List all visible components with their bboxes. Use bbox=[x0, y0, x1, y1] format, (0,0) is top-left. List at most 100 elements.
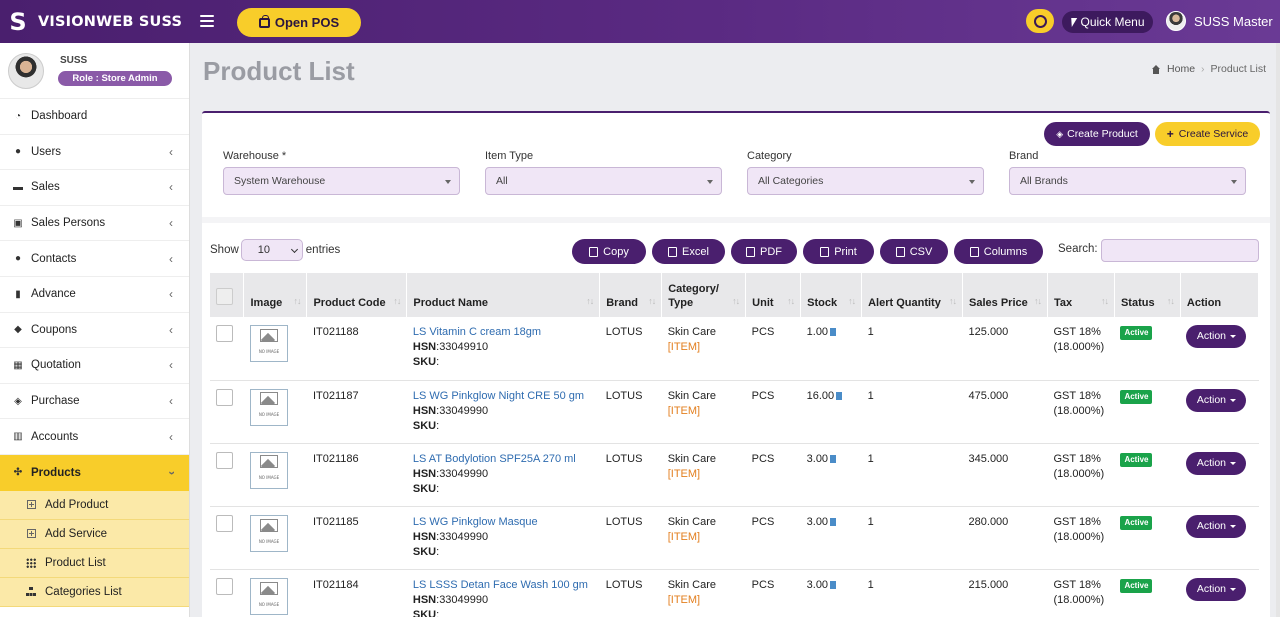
breadcrumb-home[interactable]: Home bbox=[1167, 63, 1195, 75]
sidebar-item-label: Purchase bbox=[31, 395, 80, 408]
bookmark-icon[interactable] bbox=[830, 328, 837, 336]
home-icon bbox=[1151, 64, 1161, 74]
bookmark-icon[interactable] bbox=[836, 391, 843, 400]
page-scrollbar[interactable] bbox=[1276, 43, 1280, 617]
sort-icon: ↑↓ bbox=[1166, 296, 1175, 306]
user-menu[interactable]: SUSS Master bbox=[1166, 11, 1273, 31]
sidebar-item-dashboard[interactable]: ◔ Dashboard bbox=[0, 99, 189, 135]
sales-price-cell: 125.000 bbox=[962, 317, 1048, 381]
column-image[interactable]: Image ↑↓ bbox=[243, 273, 308, 317]
status-cell: Active bbox=[1114, 569, 1181, 617]
sidebar-item-quotation[interactable]: ▦ Quotation ‹ bbox=[0, 348, 189, 384]
notification-button[interactable] bbox=[1026, 9, 1054, 33]
product-code: IT021186 bbox=[306, 443, 407, 508]
row-action-button[interactable]: Action bbox=[1186, 515, 1247, 539]
select-all-column[interactable] bbox=[210, 273, 245, 317]
row-action-button[interactable]: Action bbox=[1186, 451, 1247, 475]
sales-price-cell: 345.000 bbox=[962, 443, 1048, 508]
column-label: Image bbox=[250, 297, 283, 309]
column-label: Tax bbox=[1053, 297, 1073, 309]
sort-icon: ↑↓ bbox=[949, 296, 957, 306]
column-category-type[interactable]: Category/ Type ↑↓ bbox=[661, 273, 747, 317]
product-name-link[interactable]: LS Vitamin C cream 18gm bbox=[413, 325, 594, 340]
open-pos-button[interactable]: Open POS bbox=[237, 8, 361, 37]
row-action-button[interactable]: Action bbox=[1186, 388, 1247, 412]
item-type-select[interactable]: All bbox=[485, 167, 722, 195]
column-product-name[interactable]: Product Name ↑↓ bbox=[406, 273, 601, 317]
create-service-button[interactable]: + Create Service bbox=[1155, 122, 1260, 146]
submenu-item-product-list[interactable]: Product List bbox=[0, 548, 189, 578]
column-stock[interactable]: Stock ↑↓ bbox=[800, 273, 863, 317]
category-value: Skin Care bbox=[667, 579, 716, 592]
bank-icon: ▥ bbox=[13, 431, 23, 443]
sidebar-item-contacts[interactable]: ● Contacts ‹ bbox=[0, 241, 189, 277]
row-checkbox[interactable] bbox=[216, 325, 233, 342]
type-tag: [ITEM] bbox=[667, 404, 701, 417]
type-tag: [ITEM] bbox=[667, 341, 701, 353]
column-status[interactable]: Status ↑↓ bbox=[1114, 273, 1181, 317]
sidebar-item-purchase[interactable]: ◈ Purchase ‹ bbox=[0, 384, 189, 420]
sidebar-item-coupons[interactable]: ◆ Coupons ‹ bbox=[0, 313, 189, 349]
column-alert-quantity[interactable]: Alert Quantity ↑↓ bbox=[861, 273, 964, 317]
excel-button[interactable]: Excel bbox=[652, 239, 725, 264]
plus-square-icon bbox=[26, 529, 36, 539]
column-unit[interactable]: Unit ↑↓ bbox=[745, 273, 802, 317]
column-tax[interactable]: Tax ↑↓ bbox=[1047, 273, 1115, 317]
item-type-label: Item Type bbox=[485, 150, 534, 162]
csv-button[interactable]: CSV bbox=[880, 239, 948, 264]
pdf-button[interactable]: PDF bbox=[731, 239, 797, 264]
tax-percent: (18.000%) bbox=[1053, 467, 1105, 480]
sidebar-item-accounts[interactable]: ▥ Accounts ‹ bbox=[0, 419, 189, 455]
profile-avatar bbox=[8, 52, 44, 89]
sidebar-item-sales[interactable]: ▬ Sales ‹ bbox=[0, 170, 189, 206]
bookmark-icon[interactable] bbox=[830, 454, 837, 463]
sidebar-item-users[interactable]: ● Users ‹ bbox=[0, 135, 189, 171]
product-name-link[interactable]: LS WG Pinkglow Night CRE 50 gm bbox=[413, 389, 594, 404]
menu-toggle-icon[interactable] bbox=[200, 12, 214, 30]
hsn-label: HSN bbox=[412, 341, 437, 353]
entries-select[interactable]: 10 bbox=[240, 239, 303, 261]
create-product-button[interactable]: ◈ Create Product bbox=[1044, 122, 1150, 146]
product-name-cell: LS WG Pinkglow Night CRE 50 gm HSN:330499… bbox=[406, 380, 600, 444]
column-sales-price[interactable]: Sales Price ↑↓ bbox=[962, 273, 1048, 317]
search-input[interactable] bbox=[1101, 239, 1259, 262]
hsn-label: HSN bbox=[412, 531, 437, 544]
profile-panel: SUSS Role : Store Admin bbox=[0, 43, 189, 99]
caret-down-icon bbox=[707, 180, 713, 184]
row-checkbox[interactable] bbox=[216, 578, 233, 596]
brand[interactable]: S VISIONWEB SUSS bbox=[0, 0, 190, 43]
product-name-link[interactable]: LS LSSS Detan Face Wash 100 gm bbox=[413, 578, 594, 593]
print-button[interactable]: Print bbox=[803, 239, 874, 264]
product-name-link[interactable]: LS WG Pinkglow Masque bbox=[413, 515, 594, 530]
row-checkbox[interactable] bbox=[216, 388, 233, 406]
columns-button[interactable]: Columns bbox=[954, 239, 1043, 264]
brand-select[interactable]: All Brands bbox=[1009, 167, 1246, 195]
warehouse-select[interactable]: System Warehouse bbox=[223, 167, 460, 195]
row-action-button[interactable]: Action bbox=[1186, 325, 1247, 348]
submenu-item-add-service[interactable]: Add Service bbox=[0, 519, 189, 549]
bookmark-icon[interactable] bbox=[830, 518, 837, 527]
sidebar-item-label: Sales bbox=[31, 181, 60, 194]
bookmark-icon[interactable] bbox=[830, 581, 837, 590]
submenu-item-categories-list[interactable]: Categories List bbox=[0, 577, 189, 607]
type-value: ITEM bbox=[670, 531, 698, 544]
select-all-checkbox[interactable] bbox=[216, 288, 233, 305]
product-name-link[interactable]: LS AT Bodylotion SPF25A 270 ml bbox=[413, 452, 594, 467]
category-value: All Categories bbox=[758, 175, 824, 187]
sidebar-item-sales-persons[interactable]: ▣ Sales Persons ‹ bbox=[0, 206, 189, 242]
no-image-label: NO IMAGE bbox=[258, 538, 280, 544]
submenu-item-add-product[interactable]: Add Product bbox=[0, 490, 189, 520]
caret-down-icon bbox=[1230, 525, 1237, 529]
column-label: Status bbox=[1120, 297, 1155, 309]
dashboard-icon: ◔ bbox=[14, 110, 22, 122]
sidebar-item-products[interactable]: ✣ Products ‹ bbox=[0, 454, 189, 491]
column-brand[interactable]: Brand ↑↓ bbox=[599, 273, 663, 317]
row-checkbox[interactable] bbox=[216, 515, 233, 533]
sidebar-item-advance[interactable]: ▮ Advance ‹ bbox=[0, 277, 189, 313]
quick-menu-button[interactable]: Quick Menu bbox=[1062, 11, 1153, 33]
copy-button[interactable]: Copy bbox=[572, 239, 646, 264]
category-select[interactable]: All Categories bbox=[747, 167, 984, 195]
row-checkbox[interactable] bbox=[216, 451, 233, 469]
row-action-button[interactable]: Action bbox=[1186, 578, 1247, 602]
column-product-code[interactable]: Product Code ↑↓ bbox=[306, 273, 408, 317]
